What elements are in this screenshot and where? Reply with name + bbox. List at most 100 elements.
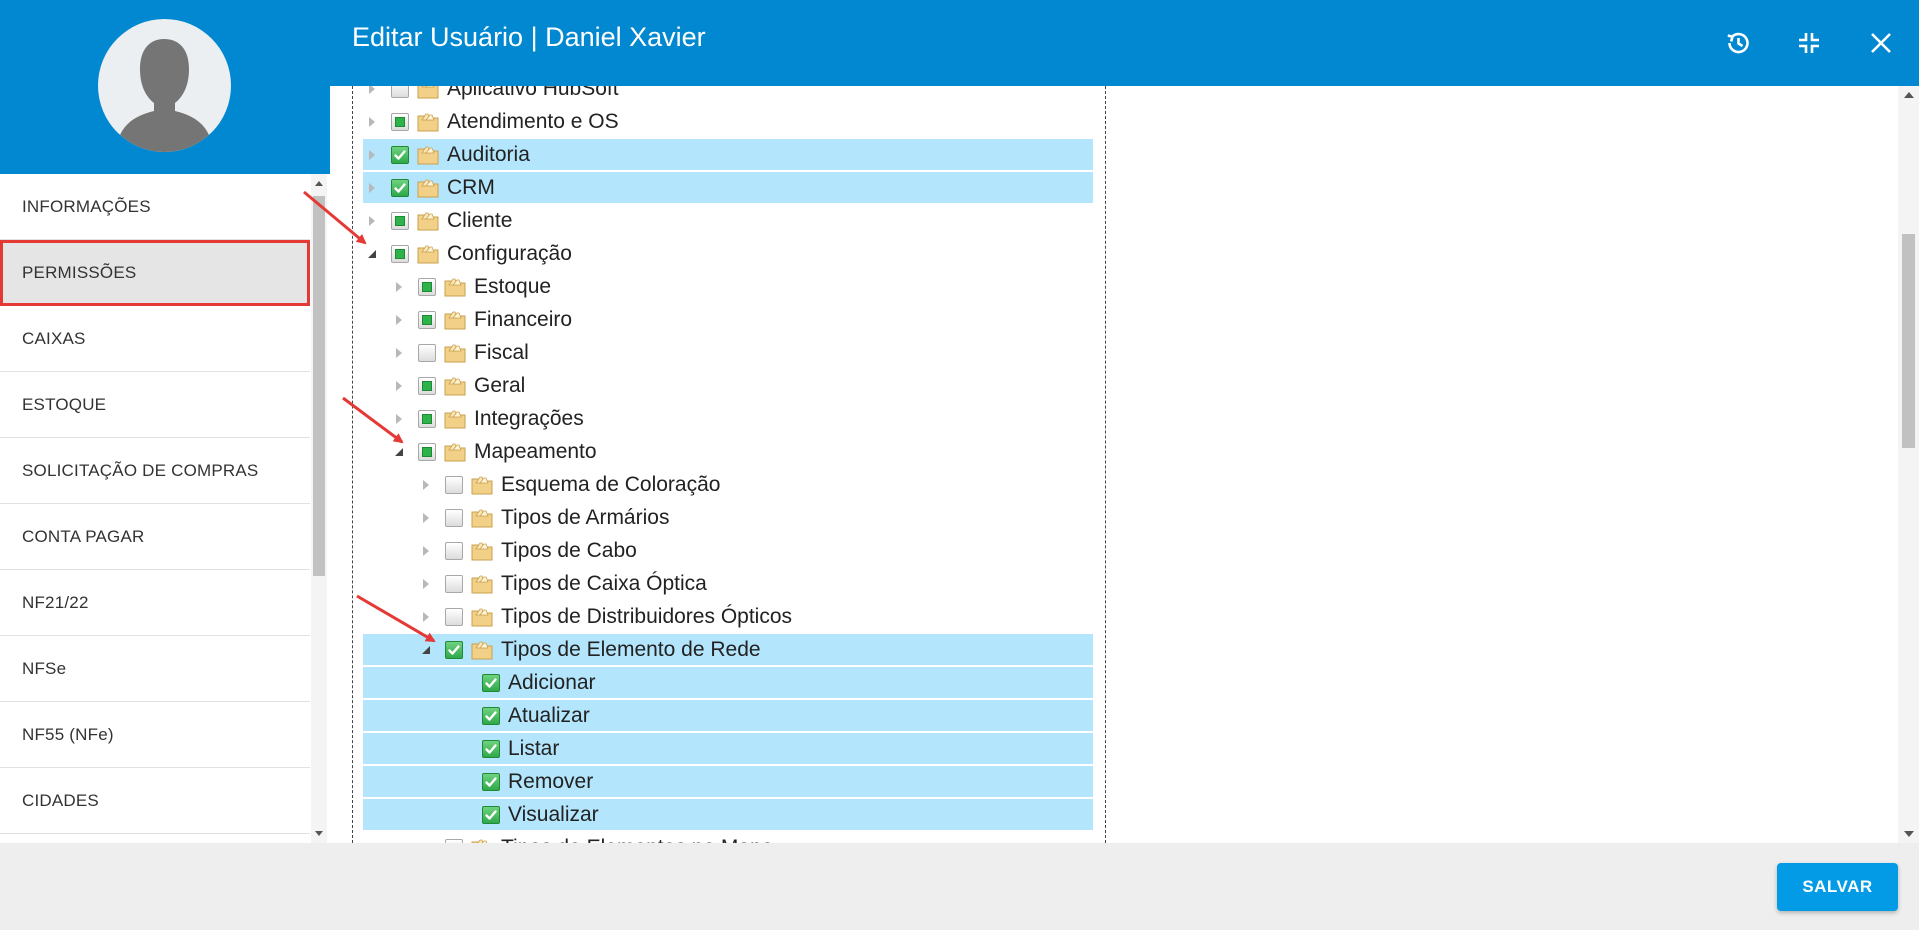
unchecked-checkbox[interactable] (445, 508, 463, 527)
tree-leaf-visualizar[interactable]: Visualizar (353, 798, 1105, 831)
sidebar-item-nfse[interactable]: NFSe (0, 636, 310, 702)
tree-leaf-atualizar[interactable]: Atualizar (353, 699, 1105, 732)
unchecked-checkbox[interactable] (445, 541, 463, 560)
expand-arrow-icon[interactable] (417, 476, 435, 494)
sidebar-scrollbar[interactable] (311, 174, 327, 843)
unchecked-checkbox[interactable] (445, 475, 463, 494)
tree-node-label[interactable]: Tipos de Elemento de Rede (501, 638, 761, 662)
sidebar-item-conta-pagar[interactable]: CONTA PAGAR (0, 504, 310, 570)
main-scroll-thumb[interactable] (1902, 234, 1915, 448)
history-button[interactable] (1719, 24, 1757, 62)
tree-node-tipos-de-distribuidores-opticos[interactable]: Tipos de Distribuidores Ópticos (353, 600, 1105, 633)
tree-node-atendimento-e-os[interactable]: Atendimento e OS (353, 105, 1105, 138)
sidebar-item-permissoes[interactable]: PERMISSÕES (0, 240, 310, 306)
unchecked-checkbox[interactable] (391, 86, 409, 98)
collapse-arrow-icon[interactable] (363, 245, 381, 263)
checked-checkbox[interactable] (391, 145, 409, 164)
expand-arrow-icon[interactable] (417, 608, 435, 626)
tree-node-label[interactable]: Tipos de Caixa Óptica (501, 572, 707, 596)
partial-checkbox[interactable] (418, 442, 436, 461)
partial-checkbox[interactable] (418, 310, 436, 329)
tree-node-label[interactable]: Configuração (447, 242, 572, 266)
expand-arrow-icon[interactable] (417, 575, 435, 593)
tree-node-crm[interactable]: CRM (353, 171, 1105, 204)
tree-node-tipos-de-elementos-no-mapa[interactable]: Tipos de Elementos no Mapa (353, 831, 1105, 843)
tree-node-label[interactable]: CRM (447, 176, 495, 200)
tree-node-tipos-de-cabo[interactable]: Tipos de Cabo (353, 534, 1105, 567)
tree-leaf-adicionar[interactable]: Adicionar (353, 666, 1105, 699)
close-button[interactable] (1862, 24, 1900, 62)
tree-node-label[interactable]: Tipos de Cabo (501, 539, 637, 563)
tree-node-label[interactable]: Integrações (474, 407, 584, 431)
partial-checkbox[interactable] (418, 409, 436, 428)
scroll-up-icon[interactable] (315, 181, 323, 186)
tree-node-esquema-de-coloracao[interactable]: Esquema de Coloração (353, 468, 1105, 501)
tree-node-cliente[interactable]: Cliente (353, 204, 1105, 237)
expand-arrow-icon[interactable] (417, 542, 435, 560)
checked-checkbox[interactable] (482, 706, 500, 725)
tree-node-tipos-de-elemento-de-rede[interactable]: Tipos de Elemento de Rede (353, 633, 1105, 666)
tree-node-mapeamento[interactable]: Mapeamento (353, 435, 1105, 468)
tree-node-label[interactable]: Financeiro (474, 308, 572, 332)
collapse-arrow-icon[interactable] (390, 443, 408, 461)
tree-node-label[interactable]: Atualizar (508, 704, 590, 728)
tree-node-label[interactable]: Cliente (447, 209, 512, 233)
unchecked-checkbox[interactable] (445, 838, 463, 843)
tree-node-label[interactable]: Tipos de Distribuidores Ópticos (501, 605, 792, 629)
tree-leaf-remover[interactable]: Remover (353, 765, 1105, 798)
sidebar-item-estoque[interactable]: ESTOQUE (0, 372, 310, 438)
expand-arrow-icon[interactable] (390, 311, 408, 329)
checked-checkbox[interactable] (391, 178, 409, 197)
expand-arrow-icon[interactable] (363, 179, 381, 197)
scroll-up-icon[interactable] (1904, 92, 1914, 98)
checked-checkbox[interactable] (482, 805, 500, 824)
sidebar-item-nf21-22[interactable]: NF21/22 (0, 570, 310, 636)
unchecked-checkbox[interactable] (445, 574, 463, 593)
save-button[interactable]: SALVAR (1777, 863, 1898, 911)
sidebar-item-caixas[interactable]: CAIXAS (0, 306, 310, 372)
expand-arrow-icon[interactable] (363, 146, 381, 164)
tree-node-label[interactable]: Adicionar (508, 671, 596, 695)
expand-arrow-icon[interactable] (417, 509, 435, 527)
partial-checkbox[interactable] (391, 211, 409, 230)
tree-node-estoque[interactable]: Estoque (353, 270, 1105, 303)
tree-node-label[interactable]: Tipos de Elementos no Mapa (501, 836, 773, 844)
tree-node-label[interactable]: Tipos de Armários (501, 506, 669, 530)
partial-checkbox[interactable] (418, 277, 436, 296)
checked-checkbox[interactable] (482, 673, 500, 692)
sidebar-item-informacoes[interactable]: INFORMAÇÕES (0, 174, 310, 240)
sidebar-item-solicitacao-de-compras[interactable]: SOLICITAÇÃO DE COMPRAS (0, 438, 310, 504)
tree-node-label[interactable]: Atendimento e OS (447, 110, 619, 134)
tree-node-label[interactable]: Remover (508, 770, 593, 794)
minimize-button[interactable] (1790, 24, 1828, 62)
tree-node-geral[interactable]: Geral (353, 369, 1105, 402)
checked-checkbox[interactable] (482, 772, 500, 791)
expand-arrow-icon[interactable] (390, 278, 408, 296)
tree-node-label[interactable]: Aplicativo HubSoft (447, 86, 619, 101)
scroll-down-icon[interactable] (315, 831, 323, 836)
expand-arrow-icon[interactable] (363, 86, 381, 98)
tree-node-label[interactable]: Mapeamento (474, 440, 597, 464)
tree-node-tipos-de-caixa-optica[interactable]: Tipos de Caixa Óptica (353, 567, 1105, 600)
unchecked-checkbox[interactable] (445, 607, 463, 626)
tree-node-label[interactable]: Visualizar (508, 803, 599, 827)
tree-node-label[interactable]: Estoque (474, 275, 551, 299)
scroll-down-icon[interactable] (1904, 831, 1914, 837)
partial-checkbox[interactable] (391, 112, 409, 131)
checked-checkbox[interactable] (482, 739, 500, 758)
tree-node-label[interactable]: Auditoria (447, 143, 530, 167)
tree-node-label[interactable]: Listar (508, 737, 559, 761)
checked-checkbox[interactable] (445, 640, 463, 659)
sidebar-scroll-thumb[interactable] (313, 196, 325, 576)
expand-arrow-icon[interactable] (417, 839, 435, 843)
main-scrollbar[interactable] (1898, 86, 1919, 843)
tree-node-fiscal[interactable]: Fiscal (353, 336, 1105, 369)
collapse-arrow-icon[interactable] (417, 641, 435, 659)
tree-node-tipos-de-armarios[interactable]: Tipos de Armários (353, 501, 1105, 534)
expand-arrow-icon[interactable] (390, 410, 408, 428)
expand-arrow-icon[interactable] (363, 113, 381, 131)
tree-node-auditoria[interactable]: Auditoria (353, 138, 1105, 171)
tree-node-label[interactable]: Fiscal (474, 341, 529, 365)
expand-arrow-icon[interactable] (390, 344, 408, 362)
partial-checkbox[interactable] (418, 376, 436, 395)
